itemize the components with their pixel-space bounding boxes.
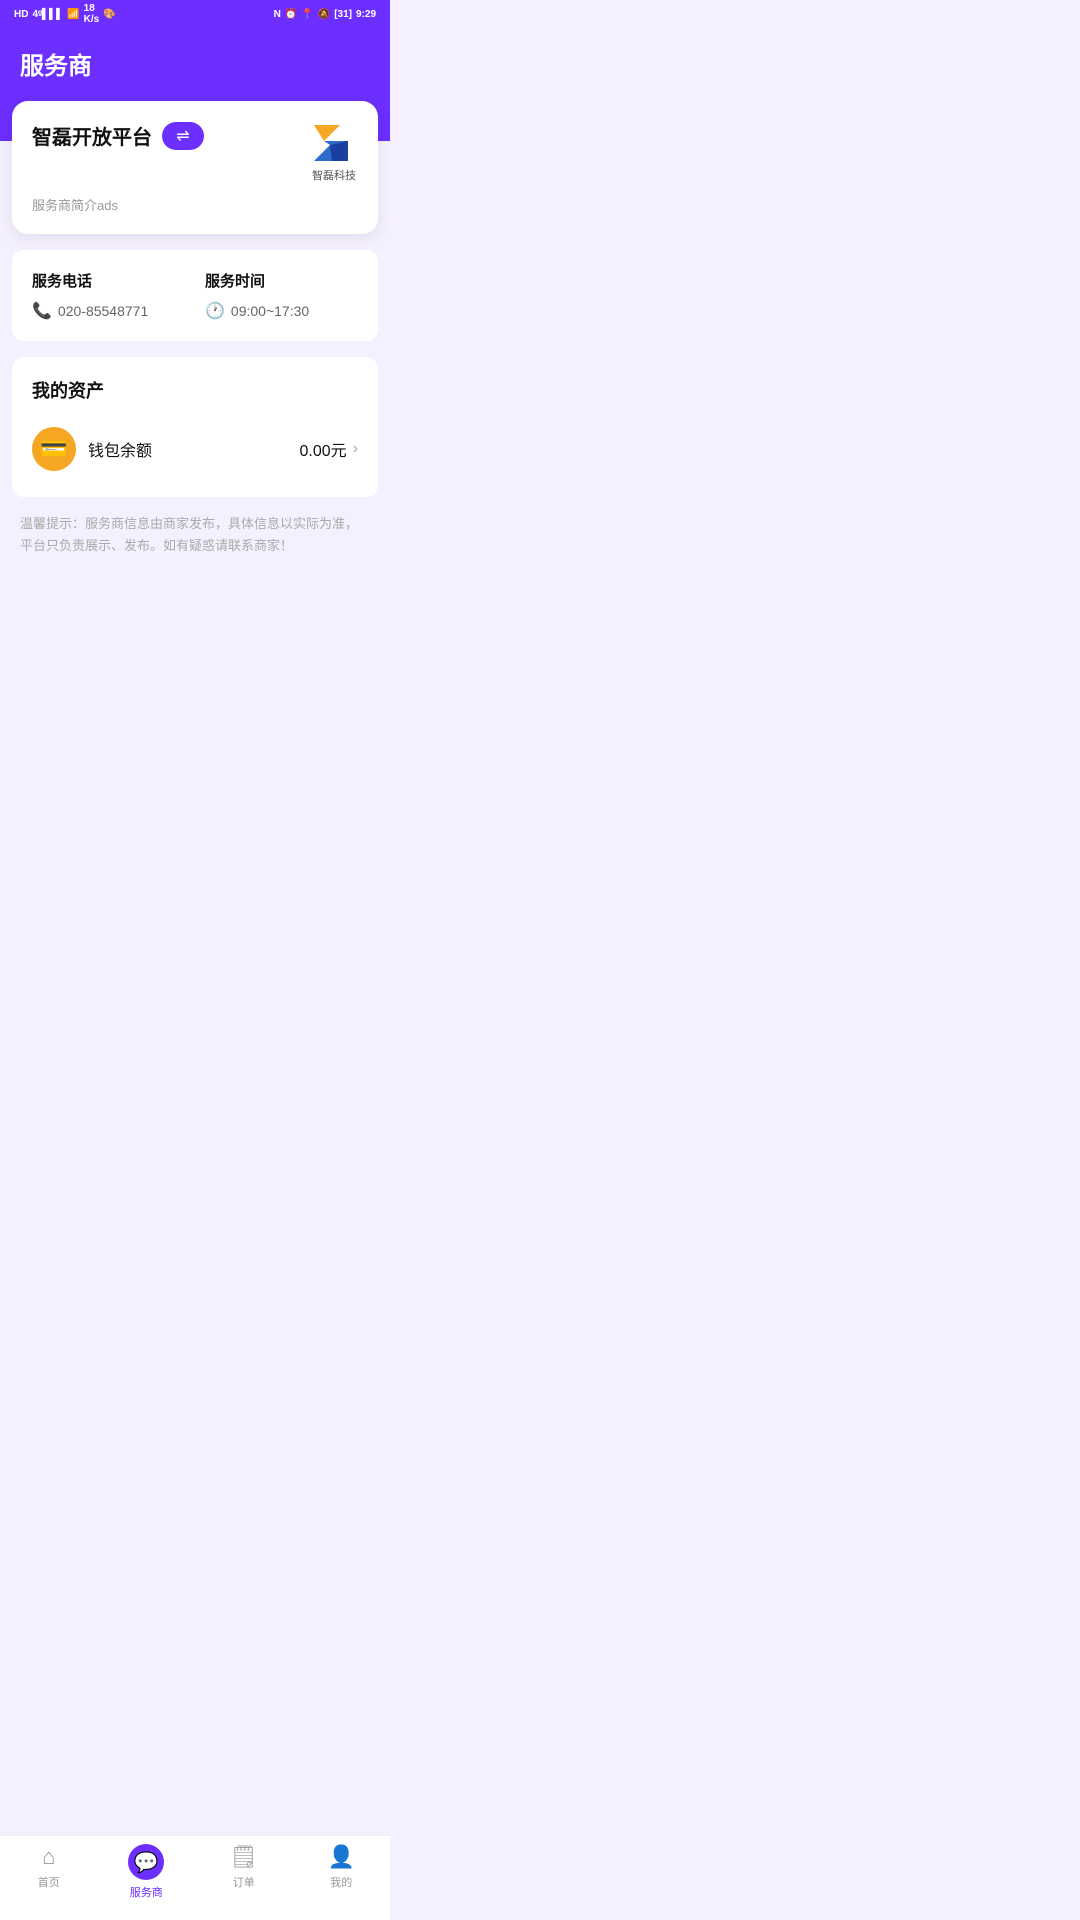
service-icon-bubble: 💬 (128, 1844, 164, 1880)
swap-icon: ⇌ (176, 126, 189, 146)
brand-logo-image (310, 121, 358, 165)
wallet-icon-wrap: 💳 (32, 427, 76, 471)
brand-logo: 智磊科技 (310, 121, 358, 183)
service-row: 服务电话 📞 020-85548771 服务时间 🕐 09:00~17:30 (32, 270, 358, 321)
service-info-section: 服务电话 📞 020-85548771 服务时间 🕐 09:00~17:30 (12, 250, 378, 341)
status-left: HD 4ᵍ▌▌▌ 📶 18K/s 🎨 (14, 3, 116, 25)
time-label: 服务时间 (205, 270, 358, 291)
bottom-navigation: ⌂ 首页 💬 服务商 🗒 订单 👤 我的 (0, 1835, 390, 1920)
nav-label-orders: 订单 (233, 1874, 255, 1890)
time-value: 09:00~17:30 (231, 303, 309, 319)
platform-info: 智磊开放平台 ⇌ (32, 121, 204, 150)
wallet-right: 0.00元 › (300, 437, 358, 461)
home-icon: ⌂ (42, 1844, 55, 1870)
status-time: 9:29 (356, 9, 376, 20)
nav-label-service: 服务商 (130, 1884, 163, 1900)
service-provider-card: 智磊开放平台 ⇌ 智磊科技 服务商简介ads (12, 101, 378, 234)
status-app-icon: 🎨 (103, 9, 115, 20)
status-location: 📍 (301, 9, 313, 20)
status-mute: 🔕 (318, 9, 330, 20)
status-battery: [31] (334, 9, 352, 20)
nav-label-profile: 我的 (330, 1874, 352, 1890)
brand-name: 智磊科技 (312, 167, 356, 183)
orders-icon: 🗒 (230, 1844, 258, 1870)
nav-item-service[interactable]: 💬 服务商 (98, 1844, 196, 1900)
status-bar: HD 4ᵍ▌▌▌ 📶 18K/s 🎨 N ⏰ 📍 🔕 [31] 9:29 (0, 0, 390, 28)
status-signal: 4ᵍ▌▌▌ (32, 9, 63, 20)
nav-item-home[interactable]: ⌂ 首页 (0, 1844, 98, 1900)
notice-text: 温馨提示：服务商信息由商家发布，具体信息以实际为准，平台只负责展示、发布。如有疑… (20, 513, 370, 557)
status-speed: 18K/s (84, 3, 100, 25)
notice-section: 温馨提示：服务商信息由商家发布，具体信息以实际为准，平台只负责展示、发布。如有疑… (12, 513, 378, 557)
assets-title: 我的资产 (32, 377, 358, 403)
service-phone-item: 服务电话 📞 020-85548771 (32, 270, 185, 321)
wallet-left: 💳 钱包余额 (32, 427, 152, 471)
phone-value-row: 📞 020-85548771 (32, 301, 185, 321)
card-title-section: 智磊开放平台 ⇌ (32, 121, 204, 150)
status-wifi: 📶 (67, 9, 79, 20)
service-nav-icon: 💬 (134, 1850, 159, 1875)
wallet-row[interactable]: 💳 钱包余额 0.00元 › (32, 421, 358, 477)
profile-icon: 👤 (328, 1844, 355, 1870)
swap-badge[interactable]: ⇌ (162, 122, 204, 150)
nav-label-home: 首页 (38, 1874, 60, 1890)
wallet-label: 钱包余额 (88, 437, 152, 461)
status-alarm: ⏰ (285, 9, 297, 20)
phone-icon: 📞 (32, 301, 52, 321)
status-hd: HD (14, 9, 28, 20)
platform-description: 服务商简介ads (32, 195, 358, 214)
status-nfc: N (274, 9, 281, 20)
phone-label: 服务电话 (32, 270, 185, 291)
service-time-item: 服务时间 🕐 09:00~17:30 (205, 270, 358, 321)
nav-item-profile[interactable]: 👤 我的 (293, 1844, 391, 1900)
status-right: N ⏰ 📍 🔕 [31] 9:29 (274, 9, 376, 20)
page-title: 服务商 (20, 46, 370, 81)
time-value-row: 🕐 09:00~17:30 (205, 301, 358, 321)
wallet-amount: 0.00元 (300, 437, 347, 461)
assets-section: 我的资产 💳 钱包余额 0.00元 › (12, 357, 378, 497)
phone-value[interactable]: 020-85548771 (58, 303, 148, 319)
platform-name: 智磊开放平台 (32, 121, 152, 150)
nav-item-orders[interactable]: 🗒 订单 (195, 1844, 293, 1900)
clock-icon: 🕐 (205, 301, 225, 321)
card-header: 智磊开放平台 ⇌ 智磊科技 (32, 121, 358, 183)
chevron-right-icon: › (353, 440, 358, 458)
wallet-icon: 💳 (40, 436, 67, 462)
